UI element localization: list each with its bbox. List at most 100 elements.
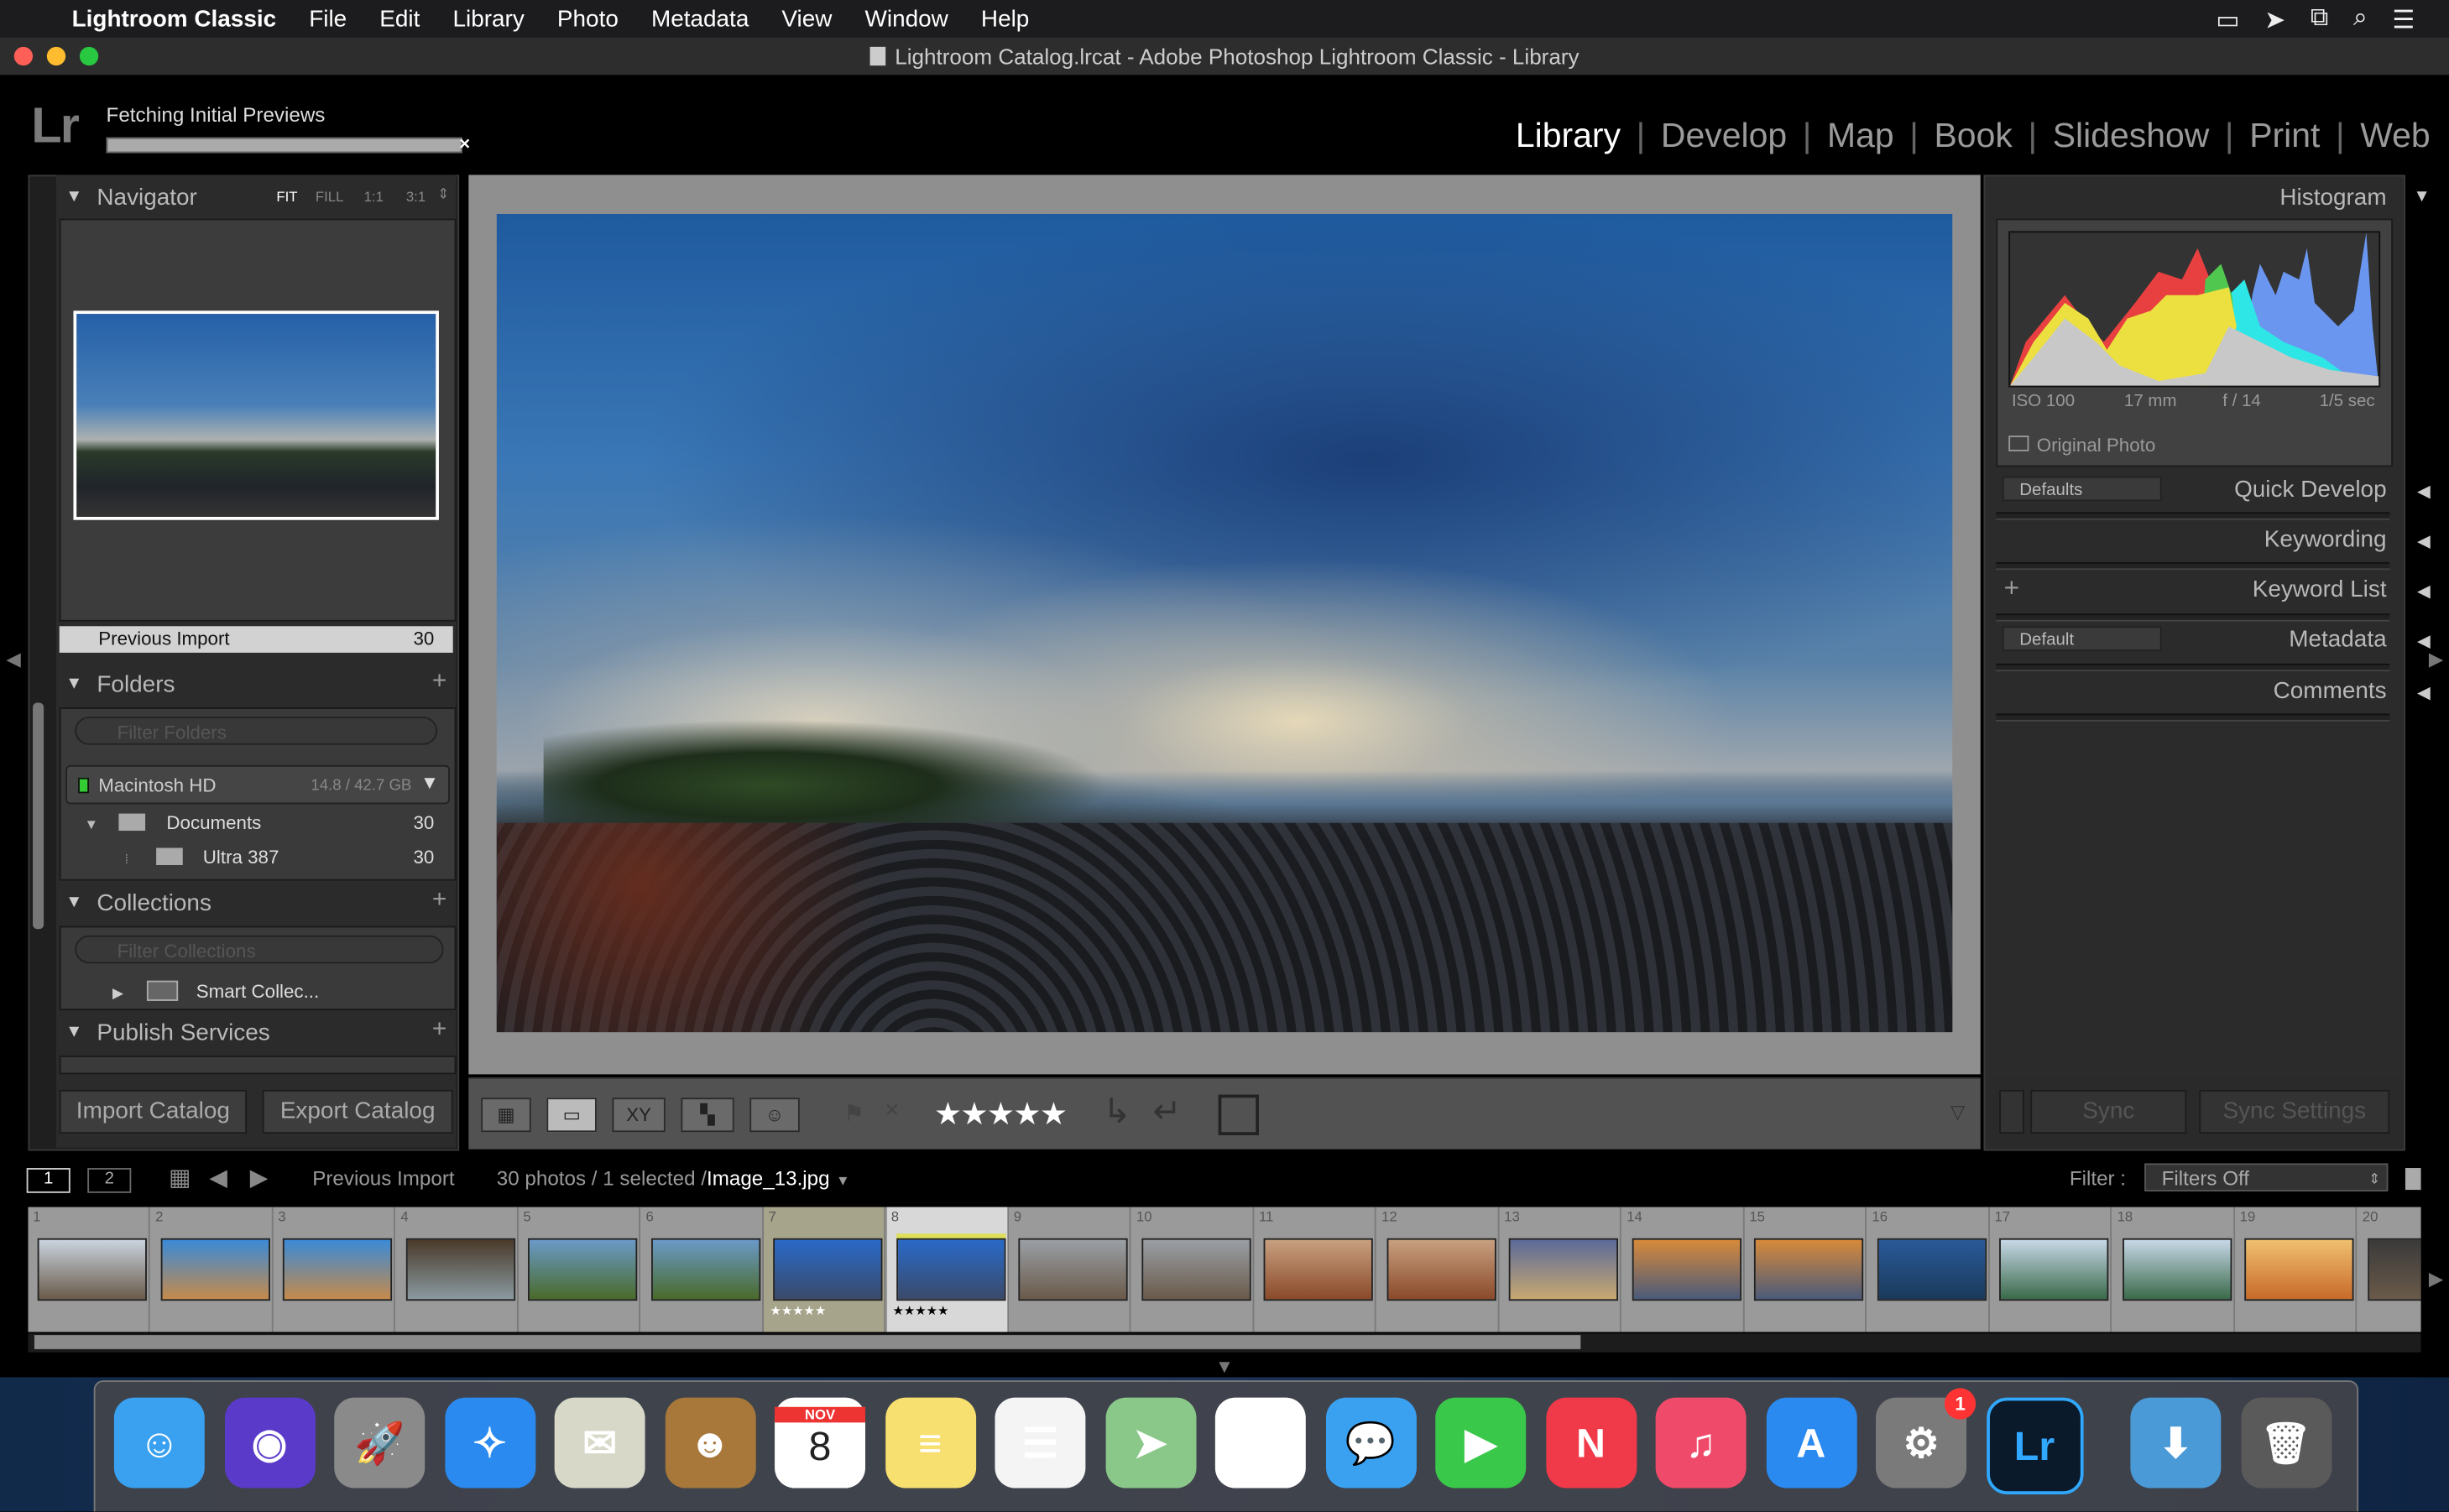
filmstrip-scroll-right-icon[interactable]: ▶ xyxy=(2429,1268,2443,1290)
filmstrip-scroll-thumb[interactable] xyxy=(34,1335,1581,1349)
expand-icon[interactable]: ◀ xyxy=(2417,581,2431,601)
add-folder-icon[interactable]: + xyxy=(432,669,446,696)
filmstrip-cell[interactable]: 8 ★★★★★ xyxy=(886,1207,1009,1332)
display-mirroring-icon[interactable]: ▭ xyxy=(2216,5,2239,36)
expand-icon[interactable]: ▶ xyxy=(112,985,123,1001)
thumbnail[interactable] xyxy=(1263,1238,1373,1301)
trash-dock-icon[interactable]: 🗑 xyxy=(2240,1397,2332,1489)
right-panel-toggle-icon[interactable]: ▶ xyxy=(2429,648,2443,670)
filmstrip-cell[interactable]: 16 xyxy=(1867,1207,1989,1332)
thumbnail[interactable] xyxy=(1999,1238,2109,1301)
notes-dock-icon[interactable]: ≡ xyxy=(885,1397,976,1489)
navigator-header[interactable]: ▼ Navigator FIT FILL 1:1 3:1 ⇕ xyxy=(62,181,452,219)
keyword-list-header[interactable]: Keyword List xyxy=(2253,576,2387,603)
filmstrip-cell[interactable]: 2 xyxy=(151,1207,273,1332)
thumbnail[interactable] xyxy=(2367,1238,2421,1301)
filmstrip-cell[interactable]: 6 xyxy=(641,1207,764,1332)
filmstrip-cell[interactable]: 3 xyxy=(274,1207,395,1332)
module-web[interactable]: Web xyxy=(2360,116,2430,156)
import-catalog-button[interactable]: Import Catalog xyxy=(59,1089,248,1134)
rotate-right-icon[interactable]: ↵ xyxy=(1152,1092,1181,1132)
menu-help[interactable]: Help xyxy=(981,6,1029,33)
menu-view[interactable]: View xyxy=(781,6,832,33)
module-print[interactable]: Print xyxy=(2249,116,2320,156)
zoom-fill[interactable]: FILL xyxy=(316,189,344,205)
launchpad-dock-icon[interactable]: 🚀 xyxy=(334,1397,426,1489)
loupe-photo[interactable] xyxy=(496,213,1953,1033)
toolbar-menu-icon[interactable]: ▽ xyxy=(1950,1101,1965,1123)
expand-icon[interactable]: ◀ xyxy=(2417,631,2431,651)
filter-lock-toggle[interactable] xyxy=(2405,1168,2421,1191)
thumbnail[interactable] xyxy=(37,1238,147,1301)
zoom-stepper-icon[interactable]: ⇕ xyxy=(437,185,449,202)
quick-develop-preset-select[interactable]: Defaults xyxy=(2002,476,2162,502)
grid-icon[interactable]: ▦ xyxy=(169,1163,191,1191)
comments-header[interactable]: Comments xyxy=(2274,678,2387,705)
filmstrip-cell[interactable]: 4 xyxy=(396,1207,518,1332)
filter-folders-input[interactable]: Filter Folders xyxy=(75,717,438,745)
thumbnail[interactable] xyxy=(528,1238,638,1301)
catalog-previous-import[interactable]: Previous Import 30 xyxy=(59,626,453,653)
news-dock-icon[interactable]: N xyxy=(1545,1397,1637,1489)
thumbnail[interactable] xyxy=(282,1238,393,1301)
source-label[interactable]: Previous Import xyxy=(312,1166,454,1190)
finder-dock-icon[interactable]: ☺ xyxy=(113,1397,205,1489)
collection-smart[interactable]: ▶ Smart Collec... xyxy=(112,980,319,1003)
folder-documents[interactable]: ▼ Documents 30 xyxy=(84,812,434,834)
filmstrip-cell[interactable]: 18 xyxy=(2112,1207,2235,1332)
menu-edit[interactable]: Edit xyxy=(379,6,420,33)
expand-icon[interactable]: ◀ xyxy=(2417,682,2431,702)
filmstrip-cell[interactable]: 11 xyxy=(1254,1207,1376,1332)
selection-info[interactable]: 30 photos / 1 selected /Image_13.jpg ▼ xyxy=(497,1166,850,1190)
expand-icon[interactable]: ▼ xyxy=(84,816,98,832)
volume-menu-icon[interactable]: ▼ xyxy=(420,771,439,793)
expand-icon[interactable]: ◀ xyxy=(2417,481,2431,501)
people-view-icon[interactable]: ☺ xyxy=(749,1098,800,1133)
filmstrip-cell[interactable]: 20 xyxy=(2358,1207,2421,1332)
calendar-dock-icon[interactable]: NOV 8 xyxy=(775,1397,865,1489)
filmstrip-cell[interactable]: 19 xyxy=(2235,1207,2358,1332)
compare-view-icon[interactable]: XY xyxy=(612,1098,666,1133)
star-rating[interactable]: ★★★★★ xyxy=(934,1095,1068,1134)
folder-ultra-387[interactable]: ⁞ Ultra 387 30 xyxy=(125,847,434,868)
main-window-button[interactable]: 1 xyxy=(26,1168,70,1193)
module-map[interactable]: Map xyxy=(1827,116,1894,156)
rotate-left-icon[interactable]: ↳ xyxy=(1103,1092,1131,1132)
thumbnail-rating[interactable]: ★★★★★ xyxy=(770,1304,826,1318)
navigator-thumbnail[interactable] xyxy=(73,310,439,520)
menu-photo[interactable]: Photo xyxy=(557,6,619,33)
thumbnail[interactable] xyxy=(2244,1238,2354,1301)
module-library[interactable]: Library xyxy=(1516,116,1621,156)
downloads-dock-icon[interactable]: ⬇ xyxy=(2130,1397,2222,1489)
publish-services-header[interactable]: ▼ Publish Services + xyxy=(62,1017,452,1055)
histogram[interactable] xyxy=(2008,231,2381,388)
navigator-preview[interactable] xyxy=(59,218,457,622)
thumbnail[interactable] xyxy=(1753,1238,1864,1301)
thumbnail[interactable] xyxy=(1386,1238,1496,1301)
menu-file[interactable]: File xyxy=(309,6,347,33)
filmstrip-cell[interactable]: 1 xyxy=(28,1207,150,1332)
safari-dock-icon[interactable]: ✧ xyxy=(444,1397,535,1489)
location-icon[interactable]: ➤ xyxy=(2264,5,2285,36)
menu-library[interactable]: Library xyxy=(452,6,524,33)
left-panel-toggle-icon[interactable]: ◀ xyxy=(6,648,20,670)
sync-settings-button[interactable]: Sync Settings xyxy=(2199,1089,2390,1134)
thumbnail[interactable] xyxy=(1876,1238,1987,1301)
messages-dock-icon[interactable]: 💬 xyxy=(1325,1397,1416,1489)
zoom-1-1[interactable]: 1:1 xyxy=(364,189,384,205)
cancel-progress-button[interactable]: × xyxy=(459,133,470,154)
app-store-dock-icon[interactable]: A xyxy=(1765,1397,1856,1489)
bottom-panel-toggle-icon[interactable]: ▼ xyxy=(1215,1355,1234,1377)
filmstrip-cell[interactable]: 13 xyxy=(1500,1207,1621,1332)
zoom-window-button[interactable] xyxy=(79,46,99,66)
lightroom-dock-icon[interactable]: Lr xyxy=(1986,1397,2083,1494)
add-keyword-icon[interactable]: + xyxy=(2004,573,2019,604)
system-preferences-dock-icon[interactable]: ⚙ 1 xyxy=(1876,1388,1976,1489)
auto-sync-switch[interactable] xyxy=(1999,1089,2024,1134)
survey-view-icon[interactable]: ▚ xyxy=(681,1098,734,1133)
thumbnail-rating[interactable]: ★★★★★ xyxy=(893,1304,949,1318)
secondary-window-button[interactable]: 2 xyxy=(87,1168,132,1193)
export-catalog-button[interactable]: Export Catalog xyxy=(262,1089,453,1134)
reminders-dock-icon[interactable]: ☰ xyxy=(995,1397,1086,1489)
original-photo-toggle[interactable]: Original Photo xyxy=(2008,434,2155,456)
